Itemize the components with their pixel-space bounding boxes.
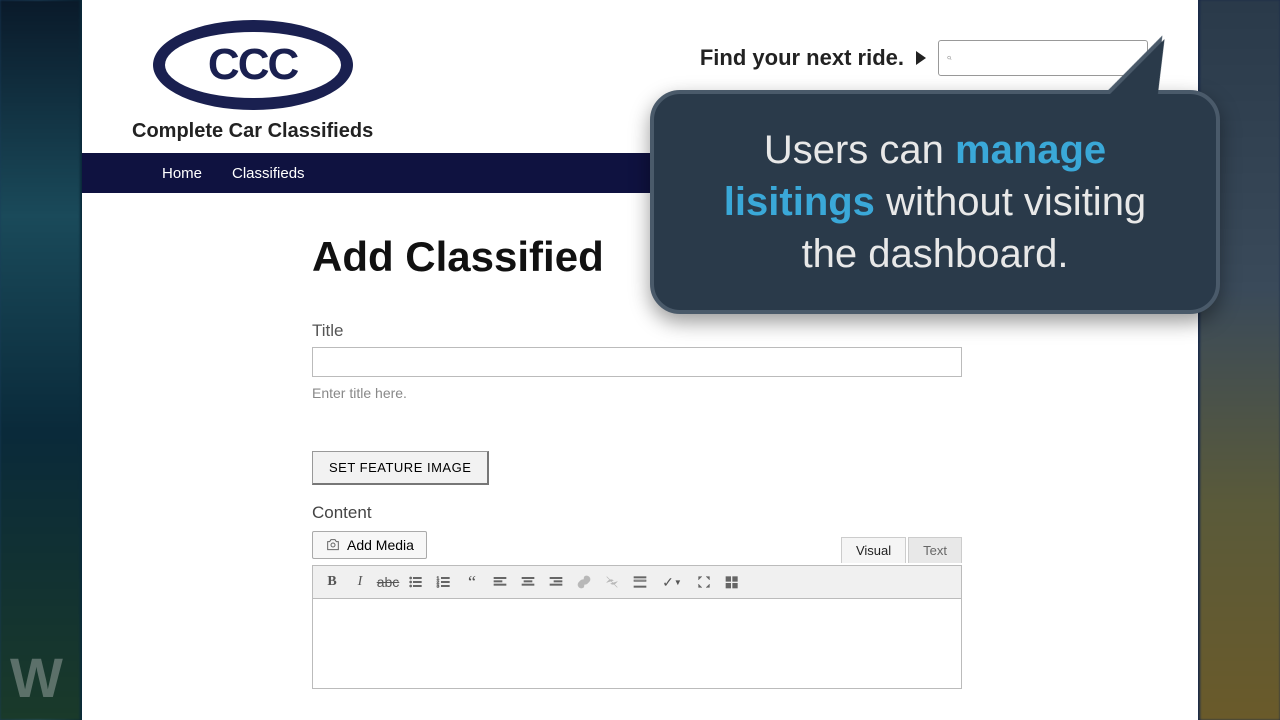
add-media-button[interactable]: Add Media [312, 531, 427, 559]
italic-button[interactable]: I [347, 570, 373, 594]
svg-text:3: 3 [437, 583, 440, 588]
spellcheck-button[interactable]: ✓▼ [655, 570, 689, 594]
insert-more-button[interactable] [627, 570, 653, 594]
logo-initials: CCC [208, 40, 297, 90]
media-icon [325, 537, 341, 553]
search-label: Find your next ride. [700, 45, 904, 71]
callout-tooltip: Users can manage lisitings without visit… [650, 90, 1220, 314]
editor-textarea[interactable] [312, 599, 962, 689]
search-input[interactable] [958, 50, 1139, 66]
blockquote-button[interactable]: “ [459, 570, 485, 594]
fullscreen-button[interactable] [691, 570, 717, 594]
title-input[interactable] [312, 347, 962, 377]
add-media-label: Add Media [347, 537, 414, 553]
nav-classifieds[interactable]: Classifieds [232, 165, 305, 182]
unlink-button[interactable] [599, 570, 625, 594]
search-area: Find your next ride. [700, 40, 1148, 76]
bold-button[interactable]: B [319, 570, 345, 594]
toolbar-toggle-button[interactable] [719, 570, 745, 594]
align-center-button[interactable] [515, 570, 541, 594]
bullet-list-button[interactable] [403, 570, 429, 594]
logo-subtitle: Complete Car Classifieds [132, 120, 373, 143]
editor: Visual Text B I abc 123 “ ✓▼ [312, 565, 962, 689]
set-feature-image-button[interactable]: SET FEATURE IMAGE [312, 451, 489, 485]
logo-block[interactable]: CCC Complete Car Classifieds [132, 20, 373, 143]
editor-tabs: Visual Text [841, 537, 962, 563]
title-hint: Enter title here. [312, 385, 968, 401]
numbered-list-button[interactable]: 123 [431, 570, 457, 594]
strikethrough-button[interactable]: abc [375, 570, 401, 594]
tab-visual[interactable]: Visual [841, 537, 906, 563]
content-label: Content [312, 503, 968, 523]
chevron-right-icon [916, 51, 926, 65]
watermark: W [10, 645, 65, 710]
editor-toolbar: B I abc 123 “ ✓▼ [312, 565, 962, 599]
callout-line1: Users can [764, 128, 944, 172]
align-left-button[interactable] [487, 570, 513, 594]
nav-home[interactable]: Home [162, 165, 202, 182]
title-label: Title [312, 321, 968, 341]
tab-text[interactable]: Text [908, 537, 962, 563]
background-left [0, 0, 80, 720]
logo-icon: CCC [153, 20, 353, 110]
link-button[interactable] [571, 570, 597, 594]
align-right-button[interactable] [543, 570, 569, 594]
search-icon [947, 50, 952, 66]
